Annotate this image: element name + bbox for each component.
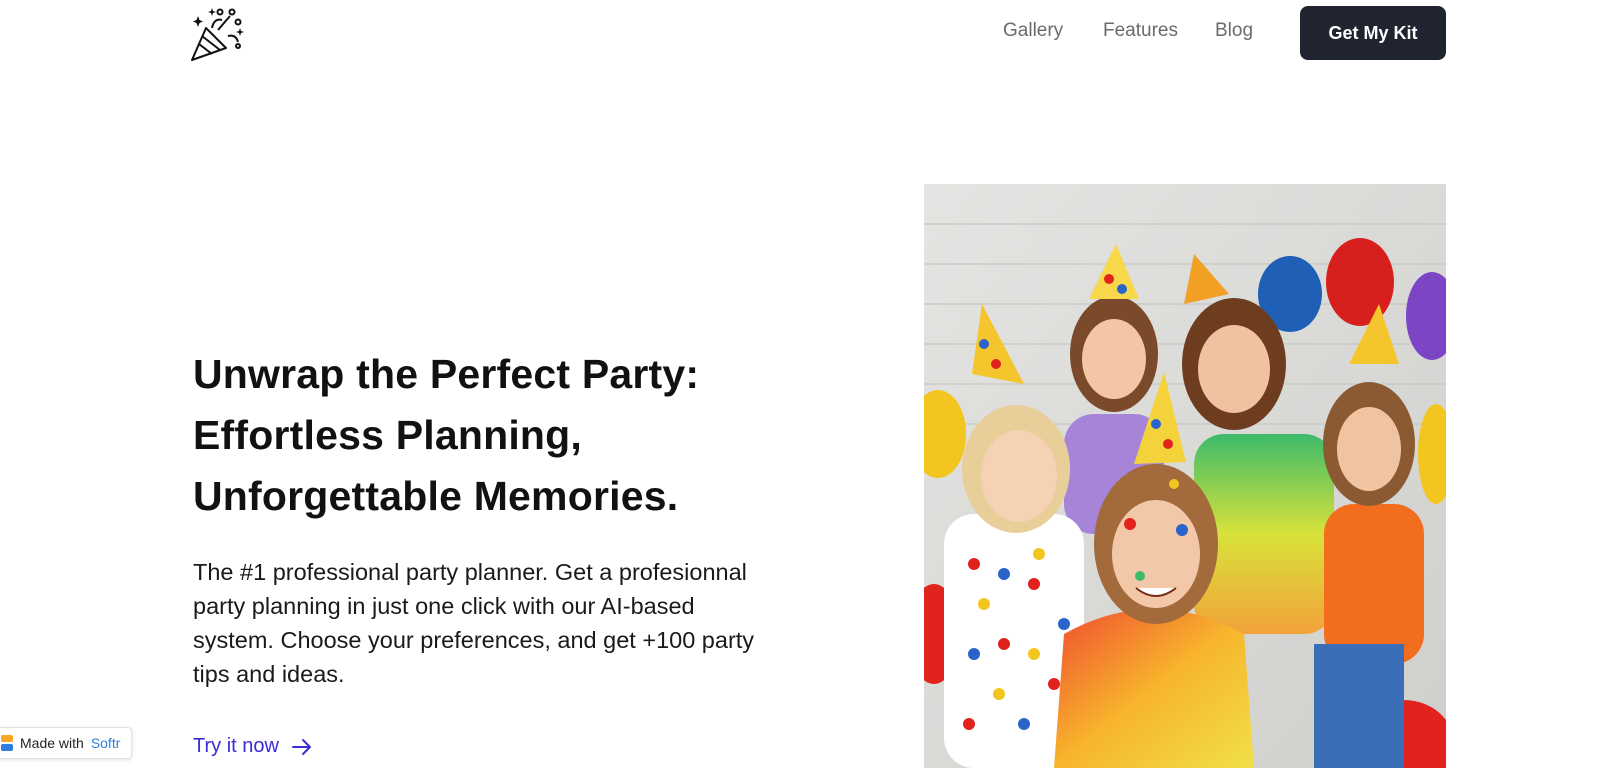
description-line: tips and ideas. xyxy=(193,661,345,687)
headline-line: Unwrap the Perfect Party: xyxy=(193,351,700,397)
headline-line: Effortless Planning, xyxy=(193,412,582,458)
description-line: The #1 professional party planner. Get a… xyxy=(193,559,747,585)
nav-features[interactable]: Features xyxy=(1103,20,1178,42)
badge-brand: Softr xyxy=(90,735,121,751)
arrow-right-icon xyxy=(291,738,311,755)
description-line: party planning in just one click with ou… xyxy=(193,593,695,619)
kids-party-photo xyxy=(924,184,1446,768)
headline-line: Unforgettable Memories. xyxy=(193,473,679,519)
try-it-now-link[interactable]: Try it now xyxy=(193,735,313,758)
description-line: system. Choose your preferences, and get… xyxy=(193,627,755,653)
party-popper-icon[interactable] xyxy=(190,6,246,62)
hero-description: The #1 professional party planner. Get a… xyxy=(193,555,813,691)
badge-prefix: Made with xyxy=(20,735,84,751)
nav-gallery[interactable]: Gallery xyxy=(1003,20,1063,42)
hero-headline: Unwrap the Perfect Party: Effortless Pla… xyxy=(193,344,833,527)
made-with-softr-badge[interactable]: Made with Softr xyxy=(0,727,132,759)
nav-blog[interactable]: Blog xyxy=(1215,20,1253,42)
try-it-now-label: Try it now xyxy=(193,735,279,757)
softr-logo-icon xyxy=(1,735,13,751)
get-my-kit-button[interactable]: Get My Kit xyxy=(1300,6,1446,60)
